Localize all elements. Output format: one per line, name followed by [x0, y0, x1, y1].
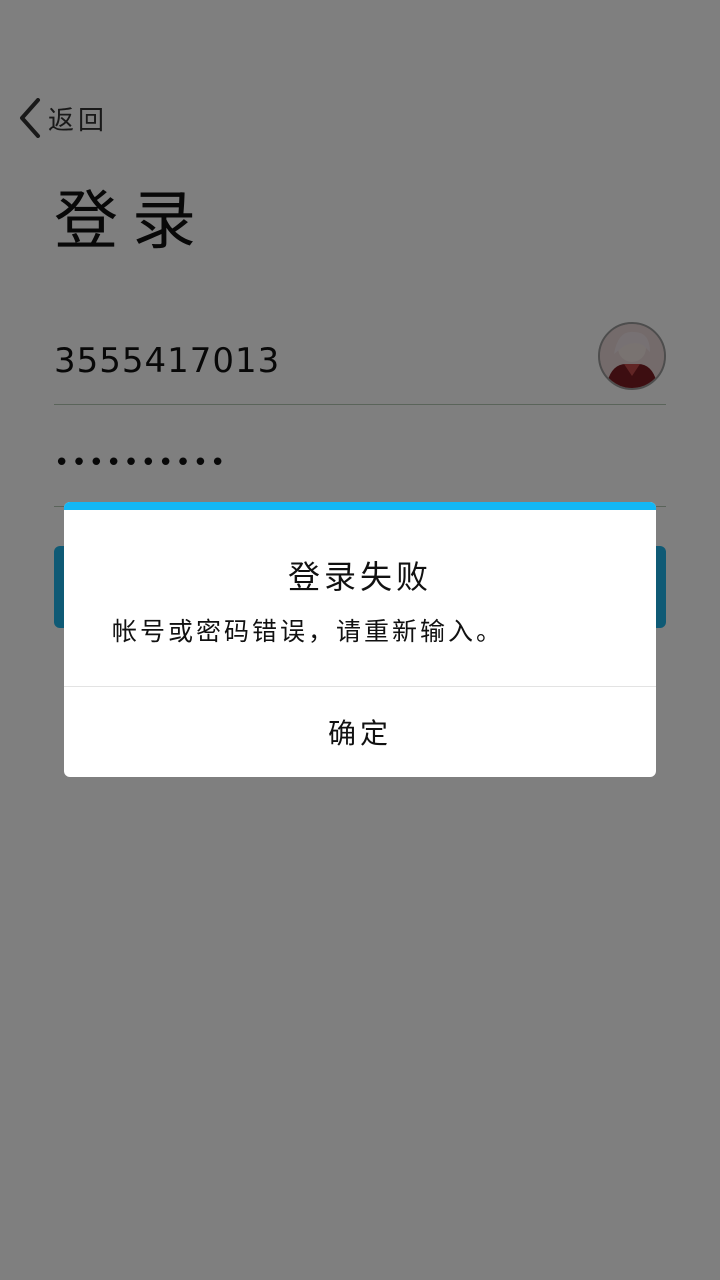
- dialog-title: 登录失败: [287, 558, 432, 596]
- login-failed-dialog: 登录失败 帐号或密码错误，请重新输入。 确定: [64, 502, 656, 777]
- confirm-button[interactable]: 确定: [64, 687, 656, 777]
- dialog-accent-bar: [64, 502, 656, 510]
- dialog-message: 帐号或密码错误，请重新输入。: [112, 617, 505, 646]
- login-screen: 返回 登录 3555417013 •••••••••• 登录失败 帐号或密码错误…: [0, 0, 720, 1280]
